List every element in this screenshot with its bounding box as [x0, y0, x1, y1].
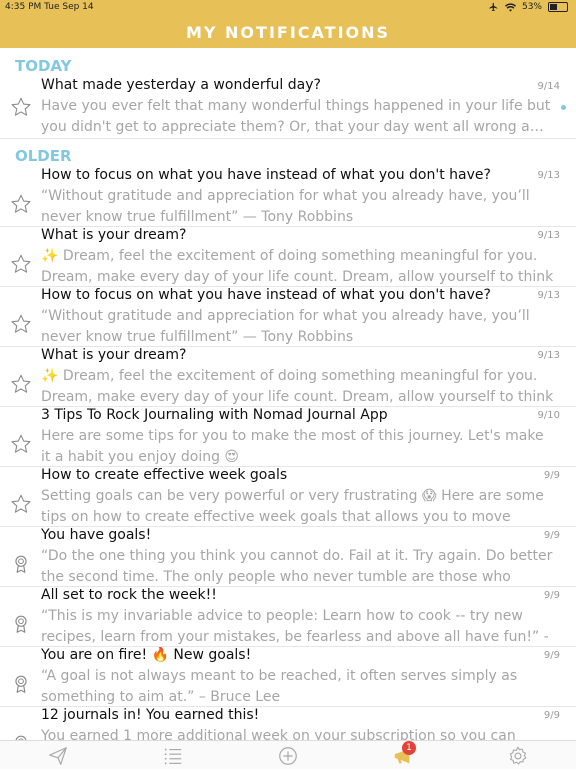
- star-icon[interactable]: [10, 433, 32, 455]
- notification-title: 12 journals in! You earned this!: [41, 707, 260, 723]
- notification-body: ✨ Dream, feel the excitement of doing so…: [41, 248, 554, 285]
- status-bar: 4:35 PM Tue Sep 14 53%: [0, 0, 576, 16]
- tab-bar: 1: [0, 740, 576, 769]
- notification-row[interactable]: All set to rock the week!! 9/9 “This is my…: [0, 586, 576, 647]
- star-icon[interactable]: [10, 253, 32, 275]
- list-icon: [164, 748, 182, 765]
- notification-date: 9/14: [537, 81, 560, 92]
- notification-row[interactable]: You are on fire! 🔥 New goals! 9/9 “A goal …: [0, 646, 576, 707]
- notification-row[interactable]: How to focus on what you have instead of…: [0, 166, 576, 227]
- notification-title: You are on fire! 🔥 New goals!: [41, 647, 252, 663]
- notification-row[interactable]: How to focus on what you have instead of…: [0, 286, 576, 347]
- notification-row[interactable]: 3 Tips To Rock Journaling with Nomad Jou…: [0, 406, 576, 467]
- tab-notifications[interactable]: 1: [392, 741, 416, 767]
- notification-row[interactable]: What is your dream? 9/13 ✨ Dream, feel the…: [0, 346, 576, 407]
- notification-date: 9/13: [537, 350, 560, 361]
- notification-row[interactable]: 12 journals in! You earned this! 9/9 You e…: [0, 706, 576, 740]
- notification-date: 9/9: [543, 470, 560, 481]
- medal-icon: [10, 553, 32, 575]
- medal-icon: [10, 673, 32, 695]
- notification-body: “This is my invariable advice to people:…: [41, 608, 549, 645]
- tab-list[interactable]: [162, 745, 184, 767]
- status-time-date: 4:35 PM Tue Sep 14: [5, 2, 94, 12]
- notification-badge: 1: [402, 741, 416, 755]
- medal-icon: [10, 733, 32, 740]
- notification-row[interactable]: You have goals! 9/9 “Do the one thing you …: [0, 526, 576, 587]
- notification-date: 9/9: [543, 710, 560, 721]
- tab-paper-plane[interactable]: [47, 745, 69, 767]
- notification-title: You have goals!: [41, 527, 152, 543]
- wifi-icon: [504, 2, 516, 12]
- battery-percent: 53%: [521, 2, 542, 12]
- nav-bar: MY NOTIFICATIONS: [0, 16, 576, 48]
- notification-body: You earned 1 more additional week on you…: [41, 728, 516, 740]
- notification-list[interactable]: TODAY What made yesterday a wonderful da…: [0, 48, 576, 740]
- medal-icon: [10, 613, 32, 635]
- page-title: MY NOTIFICATIONS: [185, 22, 391, 42]
- notification-title: What is your dream?: [41, 227, 187, 243]
- notification-row[interactable]: How to create effective week goals 9/9 Set…: [0, 466, 576, 527]
- notification-body: “A goal is not always meant to be reache…: [41, 668, 518, 705]
- gear-icon: [509, 746, 527, 765]
- notification-date: 9/9: [543, 590, 560, 601]
- notification-body: “Without gratitude and appreciation for …: [41, 188, 530, 225]
- unread-dot: [561, 105, 566, 110]
- paper-plane-icon: [49, 747, 67, 765]
- notification-title: All set to rock the week!!: [41, 587, 217, 603]
- add-circle-icon: [279, 747, 297, 765]
- status-indicators: 53%: [488, 2, 568, 12]
- star-icon[interactable]: [10, 373, 32, 395]
- notification-row[interactable]: What is your dream? 9/13 ✨ Dream, feel the…: [0, 226, 576, 287]
- tab-settings[interactable]: [507, 745, 529, 767]
- notification-date: 9/13: [537, 230, 560, 241]
- section-header-older: OLDER: [15, 147, 72, 165]
- notification-body: Here are some tips for you to make the m…: [41, 428, 544, 465]
- star-icon[interactable]: [10, 96, 32, 118]
- notification-row[interactable]: What made yesterday a wonderful day? 9/14…: [0, 48, 576, 139]
- battery-icon: [548, 2, 568, 12]
- notification-body: “Without gratitude and appreciation for …: [41, 308, 530, 345]
- notification-body: “Do the one thing you think you cannot d…: [41, 548, 553, 585]
- star-icon[interactable]: [10, 493, 32, 515]
- notification-date: 9/9: [543, 530, 560, 541]
- notification-title: 3 Tips To Rock Journaling with Nomad Jou…: [41, 407, 388, 423]
- notification-body: Setting goals can be very powerful or ve…: [41, 488, 544, 525]
- notification-date: 9/10: [537, 410, 560, 421]
- notification-title: What made yesterday a wonderful day?: [41, 77, 321, 93]
- notification-title: What is your dream?: [41, 347, 187, 363]
- notification-title: How to create effective week goals: [41, 467, 288, 483]
- tab-add[interactable]: [277, 745, 299, 767]
- star-icon[interactable]: [10, 193, 32, 215]
- notification-date: 9/13: [537, 290, 560, 301]
- notification-title: How to focus on what you have instead of…: [41, 287, 491, 303]
- notification-title: How to focus on what you have instead of…: [41, 167, 491, 183]
- airplane-icon: [489, 2, 498, 12]
- notification-body: ✨ Dream, feel the excitement of doing so…: [41, 368, 554, 405]
- notification-date: 9/13: [537, 170, 560, 181]
- notification-date: 9/9: [543, 650, 560, 661]
- notification-body: Have you ever felt that many wonderful t…: [41, 98, 551, 135]
- star-icon[interactable]: [10, 313, 32, 335]
